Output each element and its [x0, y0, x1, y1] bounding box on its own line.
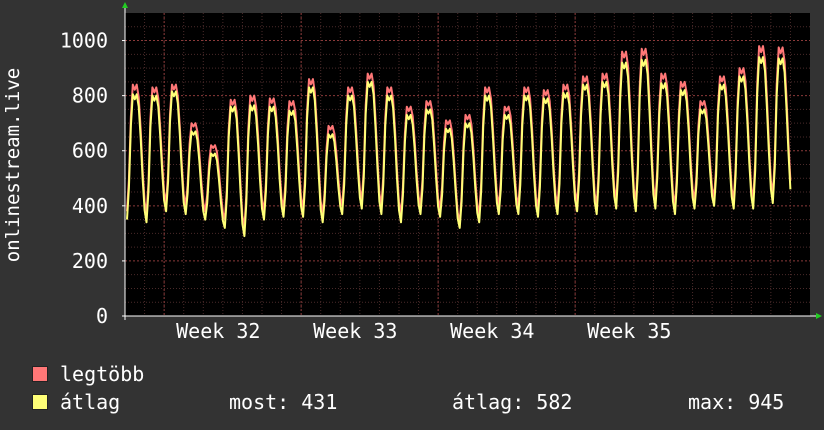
- y-tick-label: 400: [72, 194, 108, 218]
- x-axis-arrow: [816, 313, 822, 319]
- stream-chart: 02004006008001000 Week 32 Week 33 Week 34 W…: [2, 2, 822, 340]
- y-axis-label: onlinestream.live: [2, 68, 24, 262]
- legend-swatch-max: [32, 366, 48, 382]
- y-tick-label: 600: [72, 139, 108, 163]
- x-tick-label: Week 34: [450, 319, 534, 340]
- y-tick-labels: 0 200 400 600 800 1000: [60, 29, 108, 328]
- stat-now: most: 431: [229, 390, 338, 414]
- x-tick-label: Week 32: [176, 319, 260, 340]
- legend-swatch-avg: [32, 394, 48, 410]
- stat-average: átlag: 582: [452, 390, 573, 414]
- x-tick-labels: Week 32 Week 33 Week 34 Week 35: [176, 319, 671, 340]
- y-tick-label: 0: [96, 304, 108, 328]
- x-tick-label: Week 33: [313, 319, 397, 340]
- x-tick-label: Week 35: [587, 319, 671, 340]
- legend-label-max: legtöbb: [60, 362, 145, 386]
- legend-label-avg: átlag: [60, 390, 121, 414]
- y-tick-label: 200: [72, 249, 108, 273]
- y-axis-arrow: [122, 2, 128, 8]
- y-tick-label: 800: [72, 84, 108, 108]
- stat-max: max: 945: [688, 390, 785, 414]
- legend-row-max: legtöbb: [32, 362, 144, 386]
- y-tick-label: 1000: [60, 29, 108, 53]
- legend-row-avg: átlag most: 431 átlag: 582 max: 945: [32, 390, 792, 414]
